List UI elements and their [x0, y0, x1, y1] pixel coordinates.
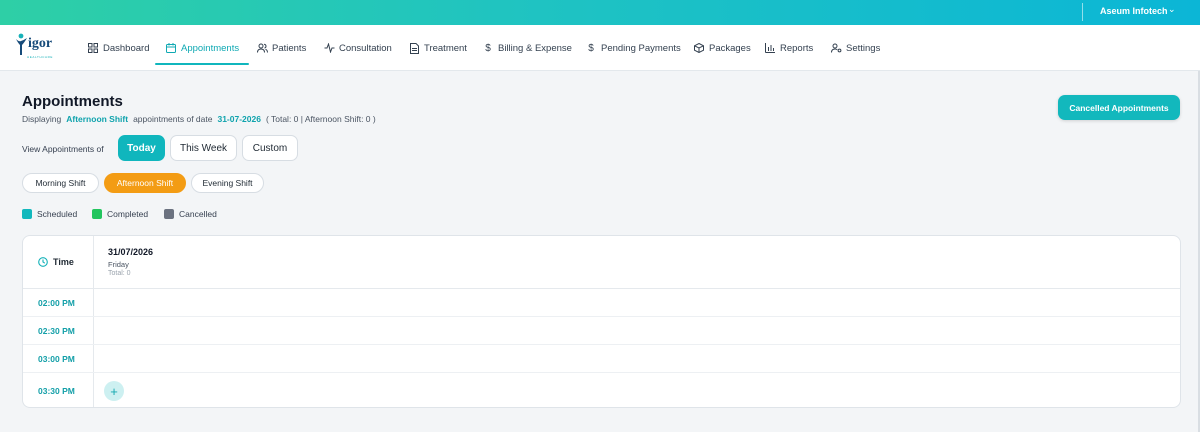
cancelled-appointments-button[interactable]: Cancelled Appointments	[1058, 95, 1180, 120]
time-slot-row[interactable]: 02:00 PM	[23, 289, 1180, 317]
legend-completed: Completed	[92, 209, 148, 219]
subtitle-shift: Afternoon Shift	[66, 114, 129, 124]
clock-icon	[38, 257, 48, 267]
today-button[interactable]: Today	[118, 135, 165, 161]
appointment-calendar: Time 31/07/2026 Friday Total: 0 02:00 PM…	[22, 235, 1181, 408]
time-slot-row[interactable]: 02:30 PM	[23, 317, 1180, 345]
logo-figure-icon	[16, 33, 27, 55]
completed-swatch	[92, 209, 102, 219]
dollar-icon: $	[485, 42, 491, 54]
document-icon	[408, 42, 420, 54]
logo-tagline: HEALTHCARE	[27, 55, 53, 59]
subtitle-middle: appointments of date	[133, 114, 213, 124]
scheduled-swatch	[22, 209, 32, 219]
nav-item-settings[interactable]: Settings	[830, 25, 880, 71]
this-week-button[interactable]: This Week	[170, 135, 237, 161]
topbar-divider	[1082, 3, 1083, 21]
cancelled-swatch	[164, 209, 174, 219]
legend-scheduled: Scheduled	[22, 209, 77, 219]
legend-label: Cancelled	[179, 209, 217, 219]
slot-time: 02:00 PM	[38, 298, 75, 308]
time-slot-row[interactable]: 03:30 PM	[23, 373, 1180, 407]
grid-icon	[87, 42, 99, 54]
dollar-icon: $	[588, 42, 594, 54]
main-navigation: igor HEALTHCARE Dashboard Appointments P…	[0, 25, 1200, 71]
afternoon-shift-button[interactable]: Afternoon Shift	[104, 173, 186, 193]
nav-label: Treatment	[424, 42, 467, 54]
bar-chart-icon	[764, 42, 776, 54]
nav-label: Reports	[780, 42, 814, 54]
calendar-icon	[165, 42, 177, 54]
nav-label: Pending Payments	[601, 42, 681, 54]
day-date: 31/07/2026	[108, 247, 154, 257]
view-appointments-label: View Appointments of	[22, 144, 104, 154]
organization-name[interactable]: Aseum Infotech	[1100, 6, 1168, 16]
nav-item-appointments[interactable]: Appointments	[154, 25, 250, 71]
subtitle-date: 31-07-2026	[217, 114, 261, 124]
nav-label: Billing & Expense	[498, 42, 572, 54]
nav-label: Settings	[846, 42, 881, 54]
nav-label: Appointments	[181, 42, 240, 54]
time-column-header: Time	[38, 257, 74, 267]
time-header-label: Time	[53, 257, 74, 267]
nav-item-consultation[interactable]: Consultation	[323, 25, 392, 71]
legend-label: Completed	[107, 209, 149, 219]
nav-item-dashboard[interactable]: Dashboard	[87, 25, 149, 71]
nav-item-treatment[interactable]: Treatment	[408, 25, 467, 71]
nav-item-patients[interactable]: Patients	[256, 25, 306, 71]
slot-time: 03:00 PM	[38, 354, 75, 364]
day-total: Total: 0	[108, 270, 131, 277]
users-icon	[256, 42, 268, 54]
chevron-down-icon[interactable]: ⌄	[1168, 4, 1176, 15]
subtitle-summary: ( Total: 0 | Afternoon Shift: 0 )	[265, 114, 376, 124]
logo-wordmark: igor	[28, 36, 53, 51]
nav-item-pending-payments[interactable]: $ Pending Payments	[585, 25, 681, 71]
slot-time: 03:30 PM	[38, 386, 75, 396]
nav-item-reports[interactable]: Reports	[764, 25, 813, 71]
nav-label: Dashboard	[103, 42, 150, 54]
legend-label: Scheduled	[37, 209, 78, 219]
nav-label: Consultation	[339, 42, 392, 54]
subtitle-prefix: Displaying	[22, 114, 62, 124]
logo[interactable]: igor HEALTHCARE	[15, 33, 65, 63]
page-title: Appointments	[22, 93, 123, 110]
activity-icon	[323, 42, 335, 54]
nav-label: Patients	[272, 42, 307, 54]
add-appointment-button[interactable]: +	[104, 381, 124, 401]
nav-item-billing-expense[interactable]: $ Billing & Expense	[482, 25, 572, 71]
calendar-header: Time 31/07/2026 Friday Total: 0	[23, 236, 1180, 289]
evening-shift-button[interactable]: Evening Shift	[191, 173, 264, 193]
custom-button[interactable]: Custom	[242, 135, 298, 161]
nav-label: Packages	[709, 42, 751, 54]
legend-cancelled: Cancelled	[164, 209, 217, 219]
slot-time: 02:30 PM	[38, 326, 75, 336]
user-cog-icon	[830, 42, 842, 54]
package-icon	[693, 42, 705, 54]
morning-shift-button[interactable]: Morning Shift	[22, 173, 99, 193]
top-bar: Aseum Infotech ⌄	[0, 0, 1200, 25]
time-slot-row[interactable]: 03:00 PM	[23, 345, 1180, 373]
day-weekday: Friday	[108, 260, 129, 269]
page-subtitle: Displaying Afternoon Shift appointments of…	[22, 114, 376, 124]
nav-item-packages[interactable]: Packages	[693, 25, 751, 71]
